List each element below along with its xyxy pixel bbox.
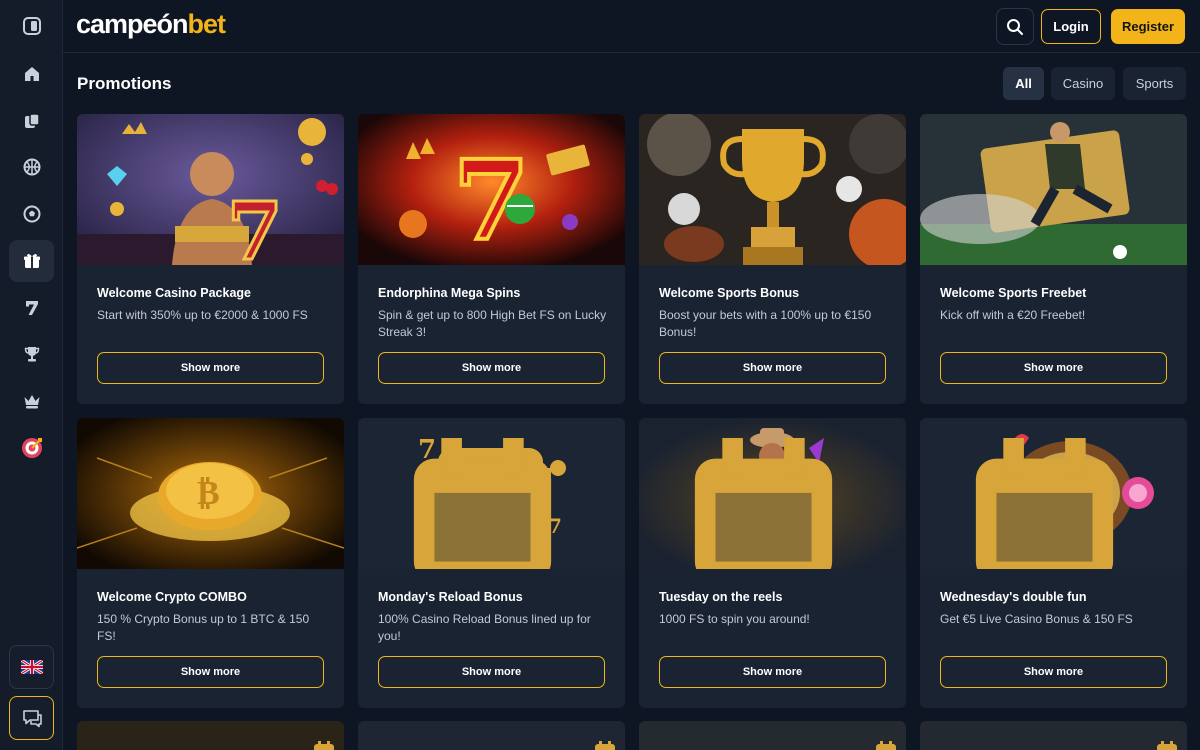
top-header: campeónbet Login Register (63, 0, 1200, 53)
show-more-button[interactable]: Show more (659, 656, 886, 688)
promo-title: Welcome Casino Package (97, 286, 252, 300)
promo-image[interactable] (920, 114, 1187, 265)
gift-icon (23, 253, 40, 268)
promo-title: Wednesday's double fun (940, 590, 1087, 604)
trophy-icon (24, 347, 39, 362)
promo-image[interactable] (639, 114, 906, 265)
search-button[interactable] (996, 8, 1034, 45)
sidebar-item-casino[interactable] (9, 100, 54, 142)
promo-title: Monday's Reload Bonus (378, 590, 523, 604)
promo-title: Tuesday on the reels (659, 590, 783, 604)
promo-title: Welcome Sports Bonus (659, 286, 800, 300)
promo-card: 7 7 Tuesday on the reels 1000 FS to spin… (639, 418, 906, 708)
login-button[interactable]: Login (1041, 9, 1101, 44)
brand-logo[interactable]: campeónbet (76, 9, 226, 40)
promo-title: Welcome Crypto COMBO (97, 590, 247, 604)
page-title: Promotions (77, 74, 172, 93)
promo-title: Endorphina Mega Spins (378, 286, 521, 300)
promo-card: Welcome Sports Freebet Kick off with a €… (920, 114, 1187, 404)
show-more-button[interactable]: Show more (659, 352, 886, 384)
sidebar-item-home[interactable] (9, 53, 54, 95)
show-more-button[interactable]: Show more (378, 352, 605, 384)
sidebar-item-vip[interactable] (9, 380, 54, 422)
calendar-icon (314, 741, 334, 750)
sidebar (0, 0, 63, 750)
promo-card: ₿ Welcome Crypto COMBO 150 % Crypto Bonu… (77, 418, 344, 708)
support-chat-button[interactable] (9, 696, 54, 740)
show-more-button[interactable]: Show more (940, 656, 1167, 688)
crown-icon (24, 395, 39, 409)
promo-description: 1000 FS to spin you around! (659, 612, 810, 626)
promo-card: 777 7 7 Monday's Reload Bonus 100% Casin… (358, 418, 625, 708)
sidebar-item-slots[interactable] (9, 287, 54, 329)
promo-card: 7 Welcome Casino Package Start with 350%… (77, 114, 344, 404)
promo-card: 7 Endorphina Mega Spins Spin & get up to… (358, 114, 625, 404)
promo-card: Welcome Sports Bonus Boost your bets wit… (639, 114, 906, 404)
home-icon (24, 67, 39, 81)
sidebar-toggle-icon[interactable] (9, 5, 54, 47)
promo-card-partial[interactable] (77, 721, 344, 750)
cards-icon (24, 113, 40, 128)
sidebar-item-tournaments[interactable] (9, 333, 54, 375)
promo-card: Wednesday's double fun Get €5 Live Casin… (920, 418, 1187, 708)
register-button[interactable]: Register (1111, 9, 1185, 44)
filter-sports[interactable]: Sports (1123, 67, 1186, 100)
promo-card-partial[interactable] (639, 721, 906, 750)
sidebar-item-football[interactable] (9, 193, 54, 235)
show-more-button[interactable]: Show more (97, 656, 324, 688)
promo-image[interactable]: 7 (358, 114, 625, 265)
promo-description: Spin & get up to 800 High Bet FS on Luck… (378, 308, 607, 339)
promo-description: 100% Casino Reload Bonus lined up for yo… (378, 612, 591, 643)
calendar-icon (413, 438, 552, 569)
filter-all[interactable]: All (1003, 67, 1044, 100)
promo-description: Boost your bets with a 100% up to €150 B… (659, 308, 872, 339)
chat-icon (22, 710, 42, 728)
seven-icon (25, 301, 38, 315)
show-more-button[interactable]: Show more (940, 352, 1167, 384)
promo-description: Start with 350% up to €2000 & 1000 FS (97, 308, 308, 322)
promo-image[interactable]: 7 7 (639, 418, 906, 569)
promo-description: Kick off with a €20 Freebet! (940, 308, 1086, 322)
target-icon (21, 438, 42, 458)
sidebar-item-promotions[interactable] (9, 240, 54, 282)
language-selector[interactable] (9, 645, 54, 689)
sidebar-item-sports[interactable] (9, 146, 54, 188)
show-more-button[interactable]: Show more (97, 352, 324, 384)
promo-image[interactable] (920, 418, 1187, 569)
promo-title: Welcome Sports Freebet (940, 286, 1087, 300)
calendar-icon (876, 741, 896, 750)
promo-description: Get €5 Live Casino Bonus & 150 FS (940, 612, 1133, 626)
calendar-icon (1157, 741, 1177, 750)
basketball-icon (23, 158, 40, 176)
show-more-button[interactable]: Show more (378, 656, 605, 688)
promo-description: 150 % Crypto Bonus up to 1 BTC & 150 FS! (97, 612, 310, 643)
search-icon (1007, 18, 1023, 35)
calendar-icon (975, 438, 1114, 569)
svg-text:₿: ₿ (197, 473, 220, 513)
calendar-icon (694, 438, 833, 569)
promo-card-partial[interactable] (358, 721, 625, 750)
sidebar-item-challenges[interactable] (9, 427, 54, 469)
calendar-icon (595, 741, 615, 750)
promo-image[interactable]: ₿ (77, 418, 344, 569)
filter-casino[interactable]: Casino (1051, 67, 1115, 100)
promo-image[interactable]: 777 7 7 (358, 418, 625, 569)
promo-image[interactable]: 7 (77, 114, 344, 265)
football-icon (23, 205, 40, 223)
uk-flag-icon (20, 660, 43, 674)
svg-text:7: 7 (227, 184, 283, 265)
promo-card-partial[interactable] (920, 721, 1187, 750)
